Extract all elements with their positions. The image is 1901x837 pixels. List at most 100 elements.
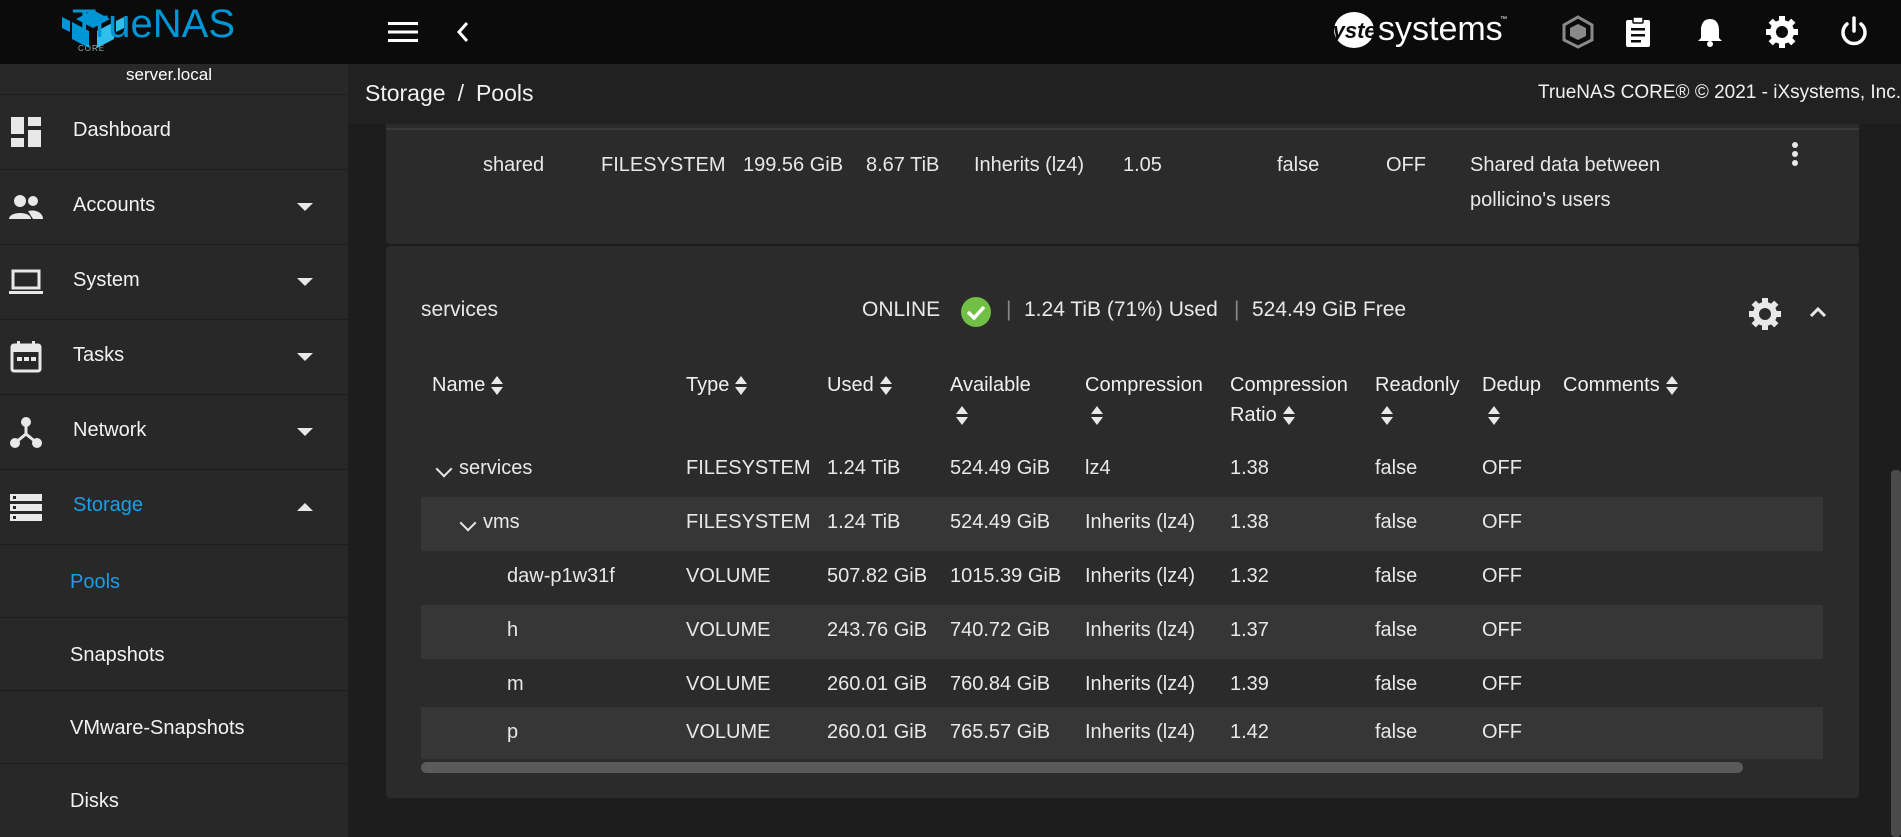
cell-dedup: OFF (1482, 619, 1522, 641)
header-label: Readonly (1375, 374, 1460, 396)
ix-mark-icon: iXsystems (1332, 12, 1376, 48)
expand-caret-icon (297, 353, 313, 361)
header-label: Compression (1230, 374, 1348, 396)
back-chevron-icon[interactable] (443, 12, 483, 52)
network-icon (10, 417, 42, 448)
sidebar-item-dashboard[interactable]: Dashboard (0, 94, 348, 168)
sort-icon (735, 375, 748, 396)
calendar-icon (10, 341, 42, 373)
dataset-readonly: false (1277, 154, 1320, 176)
pool-card-previous (386, 124, 1859, 244)
online-check-icon (960, 296, 992, 328)
sort-icon (491, 375, 504, 396)
cell-available: 740.72 GiB (950, 619, 1051, 641)
cell-used: 507.82 GiB (827, 565, 928, 587)
cell-used: 1.24 TiB (827, 457, 901, 479)
sort-icon (956, 405, 968, 426)
cell-name: m (507, 673, 524, 695)
column-header-compression-ratio[interactable]: Compression Ratio (1230, 370, 1348, 430)
cell-dedup: OFF (1482, 511, 1522, 533)
column-header-readonly[interactable]: Readonly (1375, 370, 1460, 430)
dataset-comments: Shared data between (1470, 154, 1661, 176)
cell-ratio: 1.39 (1230, 673, 1269, 695)
column-header-comments[interactable]: Comments (1563, 370, 1678, 400)
product-name: TrueNAS (72, 2, 236, 46)
column-header-dedup[interactable]: Dedup (1482, 370, 1541, 430)
sidebar-item-network[interactable]: Network (0, 394, 348, 468)
column-header-available[interactable]: Available (950, 370, 1031, 430)
sort-icon (879, 375, 892, 396)
dataset-compression: Inherits (lz4) (974, 154, 1085, 176)
sort-icon (1282, 405, 1295, 426)
column-header-used[interactable]: Used (827, 370, 892, 400)
vertical-scrollbar-thumb[interactable] (1891, 470, 1901, 837)
more-vert-icon[interactable] (1790, 140, 1800, 170)
cell-readonly: false (1375, 673, 1418, 695)
cell-name: p (507, 721, 519, 743)
sidebar-item-accounts[interactable]: Accounts (0, 169, 348, 243)
menu-icon[interactable] (383, 12, 423, 52)
sidebar-item-storage[interactable]: Storage (0, 469, 348, 543)
sidebar-subitem-disks[interactable]: Disks (0, 763, 348, 836)
cell-ratio: 1.38 (1230, 457, 1269, 479)
cell-available: 524.49 GiB (950, 457, 1051, 479)
table-row[interactable]: daw-p1w31f VOLUME 507.82 GiB 1015.39 GiB… (421, 551, 1823, 605)
cell-readonly: false (1375, 511, 1418, 533)
cell-used: 260.01 GiB (827, 721, 928, 743)
column-header-compression[interactable]: Compression (1085, 370, 1203, 430)
sidebar-subitem-pools[interactable]: Pools (0, 544, 348, 617)
collapse-chevron-up-icon[interactable] (1808, 302, 1828, 322)
cell-dedup: OFF (1482, 457, 1522, 479)
cell-readonly: false (1375, 565, 1418, 587)
power-icon[interactable] (1834, 12, 1874, 52)
sidebar-subitem-label: Snapshots (70, 644, 165, 666)
cell-name: daw-p1w31f (507, 565, 615, 587)
cell-type: VOLUME (686, 673, 771, 695)
cell-name: services (459, 457, 533, 479)
sidebar-item-label: Storage (73, 494, 144, 516)
sidebar-subitem-label: VMware-Snapshots (70, 717, 245, 739)
breadcrumb-separator: / (457, 80, 464, 106)
bell-icon[interactable] (1690, 12, 1730, 52)
column-header-name[interactable]: Name (432, 370, 504, 400)
truecommand-icon[interactable] (1558, 12, 1598, 52)
pool-settings-gear-icon[interactable] (1749, 298, 1781, 330)
cell-available: 760.84 GiB (950, 673, 1051, 695)
cell-dedup: OFF (1482, 673, 1522, 695)
horizontal-scrollbar-thumb[interactable] (421, 762, 1743, 773)
sidebar-item-system[interactable]: System (0, 244, 348, 318)
table-row[interactable]: p VOLUME 260.01 GiB 765.57 GiB Inherits … (421, 707, 1823, 759)
expand-chevron-icon[interactable] (435, 460, 453, 478)
pool-free: 524.49 GiB Free (1252, 298, 1407, 321)
sidebar-subitem-label: Pools (70, 571, 121, 593)
header-label: Comments (1563, 374, 1660, 396)
header-label: Available (950, 374, 1031, 396)
column-header-type[interactable]: Type (686, 370, 748, 400)
table-row[interactable]: m VOLUME 260.01 GiB 760.84 GiB Inherits … (421, 659, 1823, 713)
cell-available: 765.57 GiB (950, 721, 1051, 743)
table-row[interactable]: h VOLUME 243.76 GiB 740.72 GiB Inherits … (421, 605, 1823, 659)
header-label: Used (827, 374, 874, 396)
laptop-icon (9, 269, 43, 294)
gear-icon[interactable] (1762, 12, 1802, 52)
table-row[interactable]: vms FILESYSTEM 1.24 TiB 524.49 GiB Inher… (421, 497, 1823, 551)
cell-compression: Inherits (lz4) (1085, 511, 1196, 533)
sidebar-subitem-snapshots[interactable]: Snapshots (0, 617, 348, 690)
cell-used: 243.76 GiB (827, 619, 928, 641)
collapse-caret-icon (297, 503, 313, 511)
sidebar-subitem-vmware-snapshots[interactable]: VMware-Snapshots (0, 690, 348, 763)
product-edition: CORE (78, 44, 106, 53)
trademark-mark: ™ (1500, 16, 1507, 23)
clipboard-icon[interactable] (1618, 12, 1658, 52)
cell-compression: Inherits (lz4) (1085, 721, 1196, 743)
pool-divider: | (1006, 298, 1012, 321)
sidebar-item-tasks[interactable]: Tasks (0, 319, 348, 393)
cell-name: vms (483, 511, 520, 533)
cell-dedup: OFF (1482, 565, 1522, 587)
cell-type: VOLUME (686, 721, 771, 743)
dataset-available: 8.67 TiB (866, 154, 940, 176)
expand-chevron-icon[interactable] (459, 514, 477, 532)
breadcrumb-storage[interactable]: Storage (365, 80, 446, 106)
cell-ratio: 1.42 (1230, 721, 1269, 743)
table-row[interactable]: services FILESYSTEM 1.24 TiB 524.49 GiB … (421, 443, 1823, 497)
